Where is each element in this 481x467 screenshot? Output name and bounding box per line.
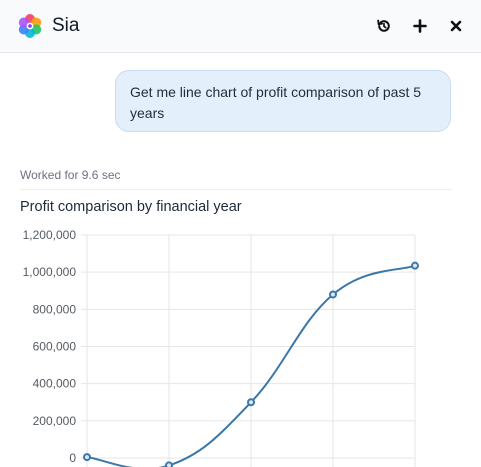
y-axis-labels: 1,200,000 1,000,000 800,000 600,000 400,000 2… — [23, 228, 77, 465]
user-message-bubble: Get me line chart of profit comparison o… — [115, 70, 451, 132]
data-point[interactable] — [165, 461, 173, 467]
close-icon — [450, 20, 462, 32]
y-tick-label: 200,000 — [33, 414, 77, 428]
close-button[interactable] — [446, 16, 466, 36]
chart-grid — [81, 234, 416, 467]
divider — [20, 189, 452, 190]
data-point[interactable] — [411, 261, 419, 270]
app-title: Sia — [52, 15, 80, 36]
profit-line-chart: 1,200,000 1,000,000 800,000 600,000 400,000 2… — [23, 228, 419, 467]
worked-status: Worked for 9.6 sec — [20, 168, 121, 182]
chat-area: Get me line chart of profit comparison o… — [0, 54, 481, 467]
data-point[interactable] — [329, 290, 337, 299]
flower-logo — [18, 14, 42, 38]
new-chat-button[interactable] — [410, 16, 430, 36]
y-tick-label: 600,000 — [33, 340, 77, 354]
y-tick-label: 0 — [69, 451, 76, 465]
y-tick-label: 1,200,000 — [23, 228, 77, 242]
y-tick-label: 1,000,000 — [23, 265, 77, 279]
chart-title: Profit comparison by financial year — [20, 199, 242, 215]
history-button[interactable] — [374, 16, 394, 36]
app-header: Sia — [0, 0, 481, 53]
plus-icon — [413, 19, 427, 33]
history-icon — [377, 19, 390, 32]
data-point[interactable] — [247, 398, 255, 407]
data-point[interactable] — [83, 453, 91, 462]
y-tick-label: 800,000 — [33, 302, 77, 316]
y-tick-label: 400,000 — [33, 377, 77, 391]
